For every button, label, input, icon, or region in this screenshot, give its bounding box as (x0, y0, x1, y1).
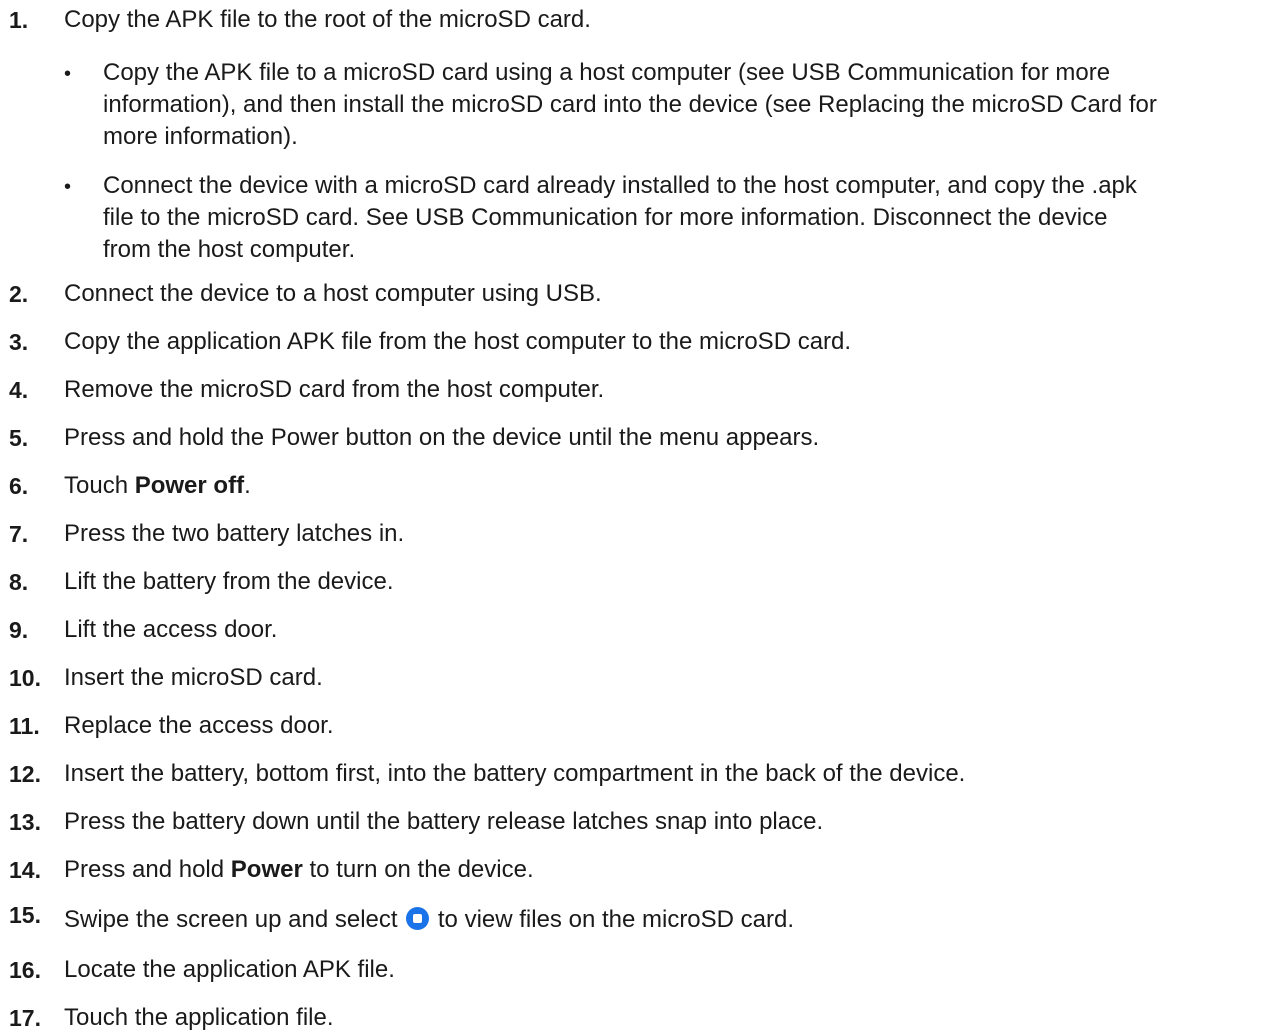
substep-text: Connect the device with a microSD card a… (103, 170, 1259, 266)
substep-text: Copy the APK file to a microSD card usin… (103, 57, 1259, 153)
step-text: Locate the application APK file. (64, 956, 395, 983)
step-number: 5. (9, 425, 29, 451)
bullet-marker: • (64, 176, 72, 198)
step-number: 17. (9, 1005, 41, 1031)
ui-label-power-off: Power off (134, 472, 245, 499)
step-text: Press and hold Power to turn on the devi… (64, 853, 1259, 887)
step-text: Replace the access door. (64, 712, 334, 739)
step-number: 4. (9, 377, 29, 403)
substep-line: Copy the APK file to a microSD card usin… (103, 59, 1111, 86)
step-text: Remove the microSD card from the host co… (64, 376, 605, 403)
step-text: Press the battery down until the battery… (64, 808, 824, 835)
step-number: 3. (9, 329, 29, 355)
step-text: Connect the device to a host computer us… (64, 280, 602, 307)
step-text: Press the two battery latches in. (64, 520, 405, 547)
substep-line: information), and then install the micro… (103, 91, 1157, 118)
step-number: 16. (9, 957, 41, 983)
step-number: 12. (9, 761, 41, 787)
step-number: 6. (9, 473, 29, 499)
step-text-pre: Touch (64, 472, 135, 499)
step-number: 9. (9, 617, 29, 643)
step-text: Copy the application APK file from the h… (64, 328, 852, 355)
step-number: 1. (9, 7, 29, 33)
substep-line: file to the microSD card. See USB Commun… (103, 204, 1108, 231)
step-text: Touch the application file. (64, 1004, 334, 1031)
ui-label-power: Power (230, 856, 303, 883)
step-number: 10. (9, 665, 41, 691)
step-text-post: . (244, 472, 251, 499)
substep-line: more information). (103, 123, 298, 150)
step-number: 14. (9, 857, 41, 883)
step-number: 2. (9, 281, 29, 307)
step-text: Copy the APK file to the root of the mic… (64, 6, 591, 33)
step-text-post: to turn on the device. (302, 856, 534, 883)
step-text-pre: Swipe the screen up and select (64, 906, 405, 933)
step-text: Lift the access door. (64, 616, 278, 643)
step-number: 7. (9, 521, 29, 547)
substep-line: from the host computer. (103, 236, 356, 263)
step-text-post: to view files on the microSD card. (431, 906, 795, 933)
step-text: Touch Power off. (64, 469, 1259, 503)
step-text: Swipe the screen up and select to view f… (64, 903, 1259, 937)
step-number: 13. (9, 809, 41, 835)
step-number: 8. (9, 569, 29, 595)
files-app-icon (406, 907, 430, 930)
step-text: Press and hold the Power button on the d… (64, 424, 820, 451)
bullet-marker: • (64, 63, 72, 85)
step-text: Insert the microSD card. (64, 664, 323, 691)
step-number: 11. (9, 713, 40, 739)
step-text: Lift the battery from the device. (64, 568, 394, 595)
step-text: Insert the battery, bottom first, into t… (64, 760, 966, 787)
substep-line: Connect the device with a microSD card a… (103, 172, 1137, 199)
step-text-pre: Press and hold (64, 856, 231, 883)
step-number: 15. (9, 902, 41, 928)
